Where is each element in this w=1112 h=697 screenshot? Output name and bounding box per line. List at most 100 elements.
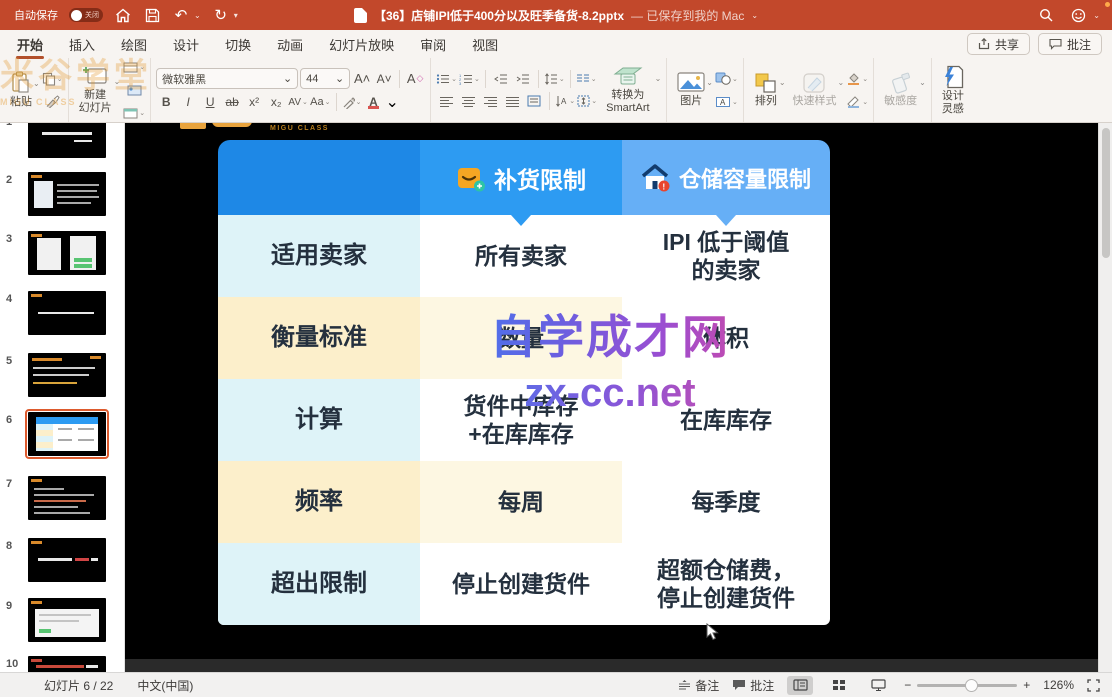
tab-slideshow[interactable]: 幻灯片放映 — [328, 30, 395, 59]
quick-styles-button[interactable]: 快速样式 — [788, 71, 842, 109]
font-size-select[interactable]: 44 ⌄ — [300, 68, 350, 89]
italic-button[interactable]: I — [178, 93, 198, 112]
zoom-slider[interactable] — [917, 684, 1017, 687]
character-spacing-button[interactable]: AV⌄ — [288, 93, 308, 112]
scrollbar-thumb[interactable] — [1102, 128, 1110, 258]
zoom-out-icon[interactable]: − — [904, 678, 911, 692]
strikethrough-button[interactable]: ab — [222, 93, 242, 112]
new-slide-chevron-icon[interactable]: ⌄ — [114, 77, 121, 86]
convert-smartart-button[interactable]: 转换为 SmartArt — [601, 65, 654, 115]
new-slide-button[interactable]: 新建 幻灯片 — [74, 65, 117, 115]
underline-button[interactable]: U — [200, 93, 220, 112]
font-color-chevron-icon[interactable]: ⌄ — [386, 92, 399, 112]
slide-layout-icon[interactable]: ⌄ — [123, 58, 145, 77]
slide-thumbnail-6-selected[interactable] — [28, 412, 106, 456]
slide-thumbnail-7[interactable] — [28, 476, 106, 520]
font-color-button[interactable]: A — [364, 93, 384, 112]
tab-view[interactable]: 视图 — [471, 30, 499, 59]
slide-thumbnail-4[interactable] — [28, 291, 106, 335]
undo-chevron-icon[interactable]: ⌄ — [194, 11, 201, 20]
increase-indent-icon[interactable] — [513, 70, 533, 89]
sensitivity-chevron-icon[interactable]: ⌄ — [919, 78, 926, 87]
table-body: 适用卖家 所有卖家 IPI 低于阈值 的卖家 衡量标准 数量 体积 计算 货件中… — [218, 215, 830, 625]
share-button[interactable]: 共享 — [967, 33, 1030, 55]
paste-chevron-icon[interactable]: ⌄ — [33, 79, 40, 88]
section-icon[interactable]: ⌄ — [123, 104, 145, 123]
comments-button[interactable]: 批注 — [1038, 33, 1102, 55]
autosave-toggle[interactable]: 关闭 — [69, 8, 103, 22]
copy-icon[interactable]: ⌄ — [42, 69, 63, 88]
numbered-list-icon[interactable]: 123 ⌄ — [459, 70, 480, 89]
tab-insert[interactable]: 插入 — [68, 30, 96, 59]
vertical-scrollbar[interactable] — [1098, 123, 1112, 672]
align-left-icon[interactable] — [436, 92, 456, 111]
clear-formatting-icon[interactable]: A◇ — [405, 69, 425, 88]
paste-button[interactable]: 粘贴 — [5, 70, 37, 110]
line-spacing-icon[interactable]: ⌄ — [544, 70, 565, 89]
sensitivity-button[interactable]: 敏感度 — [879, 71, 922, 109]
decrease-font-icon[interactable]: A˅ — [374, 69, 394, 88]
decrease-indent-icon[interactable] — [491, 70, 511, 89]
tab-review[interactable]: 审阅 — [419, 30, 447, 59]
font-name-select[interactable]: 微软雅黑 ⌄ — [156, 68, 298, 89]
arrange-chevron-icon[interactable]: ⌄ — [779, 78, 786, 87]
language-indicator[interactable]: 中文(中国) — [137, 677, 193, 694]
search-icon[interactable] — [1037, 6, 1055, 24]
reset-slide-icon[interactable] — [123, 81, 145, 100]
zoom-percentage[interactable]: 126% — [1043, 678, 1074, 692]
shape-fill-icon[interactable]: ⌄ — [846, 69, 868, 88]
home-icon[interactable] — [114, 6, 132, 24]
fit-slide-icon[interactable] — [1087, 679, 1100, 692]
justify-icon[interactable] — [502, 92, 522, 111]
highlight-pen-icon[interactable]: ⌄ — [342, 93, 362, 112]
increase-font-icon[interactable]: A˄ — [352, 69, 372, 88]
slide-canvas[interactable]: MIGU CLASS 补货限制 ! 仓储容量限制 适用卖家 所有卖家 IPI 低… — [125, 123, 1098, 672]
slide-sorter-view-button[interactable] — [826, 676, 852, 695]
feedback-smiley-icon[interactable] — [1069, 6, 1087, 24]
slide-thumbnail-9[interactable] — [28, 598, 106, 642]
align-text-icon[interactable]: ⌄ — [577, 92, 597, 111]
align-right-icon[interactable] — [480, 92, 500, 111]
save-icon[interactable] — [143, 6, 161, 24]
distribute-text-icon[interactable] — [524, 92, 544, 111]
slideshow-view-button[interactable] — [865, 676, 891, 695]
picture-chevron-icon[interactable]: ⌄ — [706, 78, 713, 87]
format-painter-icon[interactable] — [42, 92, 63, 111]
slide-thumbnail-2[interactable] — [28, 172, 106, 216]
toolbar-overflow-icon[interactable]: ▾ — [234, 11, 238, 20]
statusbar-comments-button[interactable]: 批注 — [732, 677, 774, 694]
redo-icon[interactable]: ↻ — [212, 6, 230, 24]
tab-animations[interactable]: 动画 — [276, 30, 304, 59]
slide-thumbnail-5[interactable] — [28, 353, 106, 397]
quick-styles-chevron-icon[interactable]: ⌄ — [838, 78, 845, 87]
slide-thumbnail-1[interactable] — [28, 123, 106, 158]
picture-button[interactable]: 图片 — [672, 71, 710, 109]
smartart-chevron-icon[interactable]: ⌄ — [655, 74, 662, 83]
tab-design[interactable]: 设计 — [172, 30, 200, 59]
arrange-button[interactable]: 排列 — [749, 71, 783, 109]
align-center-icon[interactable] — [458, 92, 478, 111]
notes-button[interactable]: 备注 — [678, 677, 719, 694]
text-box-icon[interactable]: A ⌄ — [715, 92, 738, 111]
zoom-in-icon[interactable]: + — [1023, 678, 1030, 692]
slide-thumbnail-10[interactable] — [28, 656, 106, 672]
design-ideas-button[interactable]: 设计 灵感 — [937, 64, 969, 116]
slide-thumbnail-3[interactable] — [28, 231, 106, 275]
tab-transitions[interactable]: 切换 — [224, 30, 252, 59]
change-case-button[interactable]: Aa⌄ — [310, 93, 330, 112]
normal-view-button[interactable] — [787, 676, 813, 695]
bold-button[interactable]: B — [156, 93, 176, 112]
slide-thumbnail-8[interactable] — [28, 538, 106, 582]
tab-draw[interactable]: 绘图 — [120, 30, 148, 59]
shapes-icon[interactable]: ⌄ — [715, 69, 738, 88]
columns-icon[interactable]: ⌄ — [576, 70, 597, 89]
undo-icon[interactable]: ↶ — [172, 6, 190, 24]
smiley-chevron-icon[interactable]: ⌄ — [1093, 11, 1100, 20]
tab-home[interactable]: 开始 — [16, 30, 44, 59]
text-direction-icon[interactable]: A⌄ — [555, 92, 575, 111]
shape-outline-icon[interactable]: ⌄ — [846, 92, 868, 111]
zoom-slider-knob[interactable] — [965, 679, 978, 692]
subscript-button[interactable]: x₂ — [266, 93, 286, 112]
superscript-button[interactable]: x² — [244, 93, 264, 112]
bullet-list-icon[interactable]: ⌄ — [436, 70, 457, 89]
